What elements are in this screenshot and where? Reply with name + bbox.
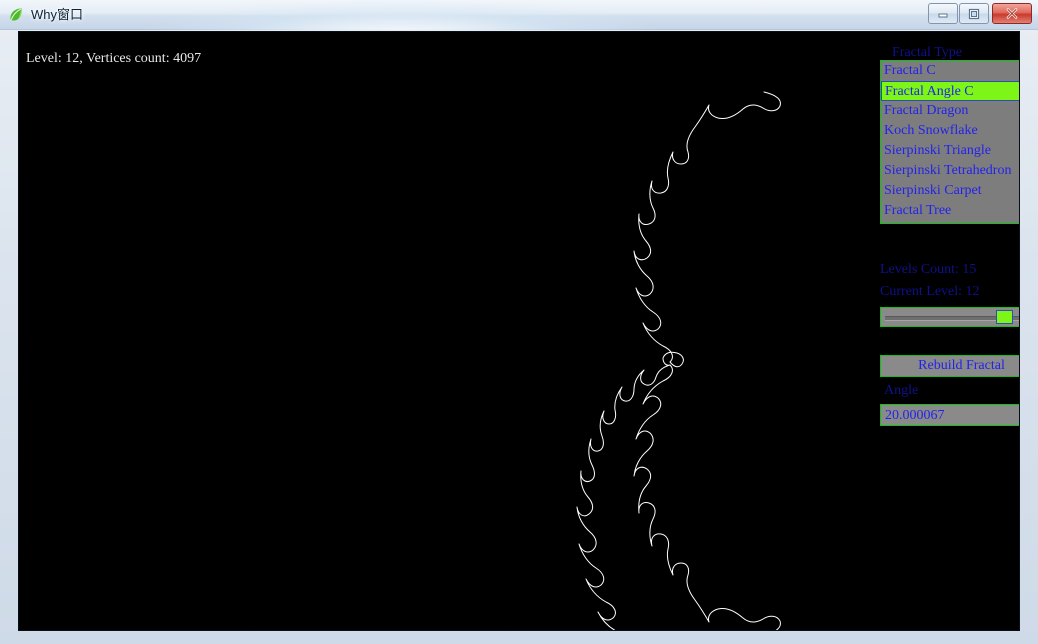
control-panel: Fractal Type Fractal C Fractal Angle C F… <box>862 32 1019 630</box>
fractal-curve-svg <box>576 91 781 630</box>
minimize-button[interactable] <box>928 3 958 24</box>
rebuild-fractal-button[interactable]: Rebuild Fractal <box>880 355 1019 377</box>
level-slider[interactable] <box>880 307 1019 327</box>
list-item[interactable]: Fractal Dragon <box>881 101 1019 121</box>
maximize-button[interactable] <box>959 3 989 24</box>
angle-label: Angle <box>884 383 919 398</box>
list-item[interactable]: Fractal Angle C <box>881 81 1019 101</box>
list-item[interactable]: Fractal C <box>881 61 1019 81</box>
fractal-type-label: Fractal Type <box>892 45 962 60</box>
angle-input[interactable]: 20.000067 <box>885 407 945 424</box>
angle-spinner[interactable]: 20.000067 <box>880 404 1019 426</box>
fractal-curve-mirror <box>633 364 781 630</box>
current-level-label: Current Level: 12 <box>880 284 980 299</box>
fractal-curve <box>576 91 781 630</box>
close-icon <box>993 4 1031 23</box>
list-item[interactable]: Koch Snowflake <box>881 121 1019 141</box>
close-button[interactable] <box>992 3 1032 24</box>
maximize-icon <box>960 4 988 23</box>
minimize-icon <box>929 4 957 23</box>
title-bar-glow <box>140 0 660 30</box>
title-bar[interactable]: Why窗口 <box>0 0 1038 30</box>
list-item[interactable]: Sierpinski Triangle <box>881 141 1019 161</box>
fractal-type-listbox[interactable]: Fractal C Fractal Angle C Fractal Dragon… <box>880 60 1019 224</box>
list-item[interactable]: Sierpinski Tetrahedron <box>881 161 1019 181</box>
list-item[interactable]: Fractal Tree <box>881 201 1019 221</box>
client-area: Level: 12, Vertices count: 4097 Fractal … <box>18 31 1020 631</box>
fractal-type-list: Fractal C Fractal Angle C Fractal Dragon… <box>881 61 1019 221</box>
list-item[interactable]: Sierpinski Carpet <box>881 181 1019 201</box>
leaf-icon <box>8 6 25 23</box>
fractal-canvas[interactable] <box>19 32 859 630</box>
levels-count-label: Levels Count: 15 <box>880 262 977 277</box>
application-window: Why窗口 Level: 12, Vertices count: 4097 Fr… <box>0 0 1038 644</box>
slider-thumb[interactable] <box>996 310 1013 324</box>
window-title: Why窗口 <box>31 7 84 22</box>
